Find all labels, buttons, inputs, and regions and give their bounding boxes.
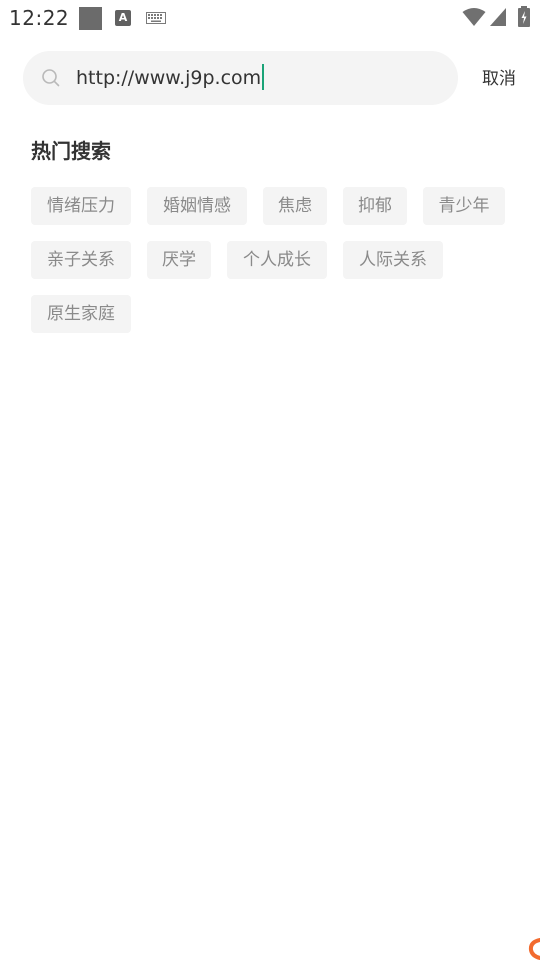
hot-search-tag[interactable]: 婚姻情感 (147, 187, 247, 225)
hot-search-tag[interactable]: 青少年 (423, 187, 505, 225)
search-input[interactable]: http://www.j9p.com (76, 64, 265, 92)
keyboard-icon (146, 12, 166, 24)
hot-search-tag[interactable]: 人际关系 (343, 241, 443, 279)
battery-icon (518, 6, 530, 27)
hot-search-title: 热门搜索 (31, 139, 111, 163)
screen: 12:22 A http://www.j9p.com 取消 热门搜索 情绪压力 … (0, 0, 540, 960)
hot-search-tag[interactable]: 抑郁 (343, 187, 407, 225)
signal-icon (490, 8, 506, 26)
cancel-button[interactable]: 取消 (470, 64, 528, 94)
hot-search-tag[interactable]: 个人成长 (227, 241, 327, 279)
wifi-icon (462, 8, 486, 26)
search-icon (42, 69, 60, 87)
hot-search-tag[interactable]: 亲子关系 (31, 241, 131, 279)
status-time: 12:22 (9, 6, 70, 30)
a-notification-icon: A (115, 10, 131, 26)
corner-badge-icon (528, 938, 540, 960)
image-notification-icon (79, 7, 102, 30)
hot-search-tag[interactable]: 原生家庭 (31, 295, 131, 333)
text-caret (262, 64, 265, 90)
hot-search-tag[interactable]: 焦虑 (263, 187, 327, 225)
search-box[interactable]: http://www.j9p.com (23, 51, 458, 105)
search-input-value: http://www.j9p.com (76, 67, 262, 89)
status-bar: 12:22 A (0, 0, 540, 36)
hot-search-tag[interactable]: 厌学 (147, 241, 211, 279)
hot-search-tag[interactable]: 情绪压力 (31, 187, 131, 225)
